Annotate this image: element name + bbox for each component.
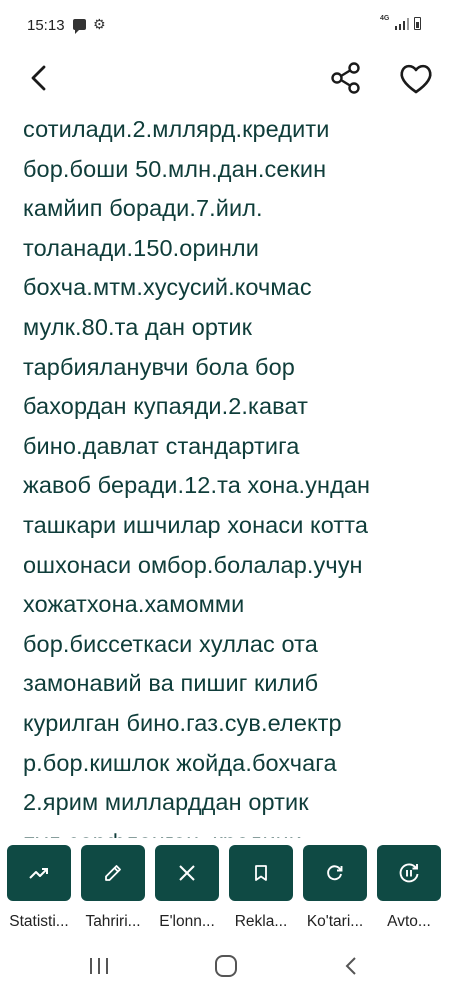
battery-icon [414, 17, 421, 30]
description-line: толанади.150.оринли [23, 234, 259, 261]
app-bar [0, 52, 450, 108]
deactivate-button[interactable]: E'lonn... [152, 845, 222, 945]
edit-button[interactable]: Tahriri... [78, 845, 148, 945]
gear-icon: ⚙ [93, 16, 106, 32]
status-bar: 15:13 ⚙ 4G [0, 0, 450, 52]
edit-label: Tahriri... [85, 913, 141, 930]
statistics-button[interactable]: Statisti... [4, 845, 74, 945]
description-content: сотилади.2.мллярд.кредити бор.боши 50.мл… [0, 108, 450, 838]
home-button[interactable] [213, 954, 239, 978]
signal-icon [395, 18, 409, 30]
back-button[interactable] [22, 60, 58, 96]
raise-tile[interactable] [303, 845, 367, 901]
description-line: бахордан купаяди.2.кават [23, 393, 308, 420]
description-line: бино.давлат стандартига [23, 432, 300, 459]
description-line: камйип боради.7.йил. [23, 195, 263, 222]
description-line: курилган бино.газ.сув.електр [23, 709, 342, 736]
description-line: хожатхона.хамомми [23, 591, 245, 618]
deactivate-label: E'lonn... [159, 913, 215, 930]
recents-icon [90, 958, 108, 974]
recents-button[interactable] [88, 956, 110, 976]
description-line: пул сарфланган. кредини [23, 823, 433, 838]
pencil-icon [105, 865, 121, 881]
raise-button[interactable]: Ko'tari... [300, 845, 370, 945]
network-type: 4G [380, 15, 390, 22]
auto-renew-icon [399, 863, 419, 883]
home-icon [215, 955, 237, 977]
advertise-button[interactable]: Rekla... [226, 845, 296, 945]
description-line: тарбияланувчи бола бор [23, 353, 295, 380]
nav-back-button[interactable] [340, 954, 364, 978]
statistics-label: Statisti... [9, 913, 69, 930]
deactivate-tile[interactable] [155, 845, 219, 901]
system-nav-bar [0, 948, 450, 1000]
refresh-icon [327, 865, 343, 881]
share-icon [331, 62, 360, 94]
auto-button[interactable]: Avto... [374, 845, 444, 945]
bookmark-icon [255, 865, 267, 881]
description-line: сотилади.2.мллярд.кредити [23, 116, 330, 142]
nav-back-icon [345, 957, 356, 975]
action-bar: Statisti... Tahriri... E'lonn... Rekla..… [0, 838, 450, 948]
description-line: бор.боши 50.млн.дан.секин [23, 155, 327, 182]
back-arrow-icon [31, 65, 46, 91]
description-line: р.бор.кишлок жойда.бохчага [23, 749, 337, 776]
description-line: ошхонаси омбор.болалар.учун [23, 551, 363, 578]
advertise-tile[interactable] [229, 845, 293, 901]
share-button[interactable] [327, 59, 365, 97]
description-line: ташкари ишчилар хонаси котта [23, 511, 368, 538]
statistics-tile[interactable] [7, 845, 71, 901]
message-icon [73, 19, 86, 34]
description-text: сотилади.2.мллярд.кредити бор.боши 50.мл… [23, 110, 433, 838]
description-line: замонавий ва пишиг килиб [23, 670, 319, 697]
heart-icon [400, 64, 432, 94]
description-line: бохча.мтм.хусусий.кочмас [23, 274, 312, 301]
auto-tile[interactable] [377, 845, 441, 901]
advertise-label: Rekla... [234, 913, 288, 930]
close-icon [179, 865, 195, 881]
description-line: жавоб беради.12.та хона.ундан [23, 472, 371, 499]
description-line: мулк.80.та дан ортик [23, 313, 253, 340]
edit-tile[interactable] [81, 845, 145, 901]
description-line: 2.ярим милларддан ортик [23, 789, 309, 816]
description-line: бор.биссеткаси хуллас ота [23, 630, 318, 657]
trending-up-icon [29, 868, 48, 879]
status-time: 15:13 [27, 17, 65, 34]
auto-label: Avto... [387, 913, 431, 930]
raise-label: Ko'tari... [306, 913, 364, 930]
like-button[interactable] [395, 58, 437, 98]
